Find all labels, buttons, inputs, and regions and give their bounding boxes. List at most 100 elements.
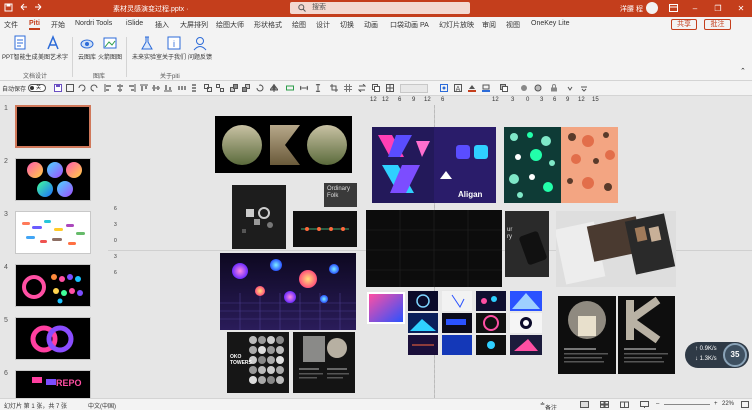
lock-icon[interactable] xyxy=(550,84,558,92)
polka-dot-patterns-image[interactable] xyxy=(504,127,618,203)
timeline-image[interactable] xyxy=(293,211,357,247)
oko-towers-image[interactable]: OKO TOWERS xyxy=(227,332,289,393)
crop-icon[interactable] xyxy=(330,84,338,92)
ppt-ai-generate-button[interactable]: PPT智能生成 xyxy=(2,35,38,61)
swap-icon[interactable] xyxy=(357,83,367,93)
cloud-library-button[interactable]: 云图库 xyxy=(78,35,96,61)
slide-canvas[interactable]: 12 12 6 9 12 6 12 3 0 3 6 9 12 15 6 3 0 … xyxy=(108,96,752,398)
feedback-button[interactable]: 问题反馈 xyxy=(188,35,212,61)
tab-slideshow[interactable]: 幻灯片放映 xyxy=(439,20,474,30)
gradient-card-image[interactable] xyxy=(367,292,405,324)
tab-draw[interactable]: 绘图 xyxy=(292,20,306,30)
about-us-button[interactable]: i 关于我们 xyxy=(162,35,186,61)
ordinary-folk-label[interactable]: Ordinary Folk xyxy=(324,183,357,207)
same-size-icon[interactable] xyxy=(286,84,294,92)
editorial-layout-image[interactable] xyxy=(556,211,676,287)
tab-view[interactable]: 视图 xyxy=(506,20,520,30)
slide-thumbnail-6[interactable]: REPO xyxy=(15,370,91,398)
style-icon[interactable] xyxy=(534,84,542,92)
phone-mockup-image[interactable]: ur ry xyxy=(505,211,549,277)
tab-transitions[interactable]: 切换 xyxy=(340,20,354,30)
rocket-image-button[interactable]: 火箭图图 xyxy=(98,35,122,61)
close-button[interactable]: ✕ xyxy=(734,2,748,14)
tab-animations[interactable]: 动画 xyxy=(364,20,378,30)
save-icon[interactable] xyxy=(54,84,62,92)
network-speed-widget[interactable]: ↑ 0.9K/s ↓ 1.3K/s 35 xyxy=(685,342,749,368)
avatar[interactable] xyxy=(646,2,658,14)
save-icon[interactable] xyxy=(4,3,13,12)
align-left-icon[interactable] xyxy=(104,84,112,92)
table-icon[interactable] xyxy=(386,84,394,92)
distribute-horizontal-icon[interactable] xyxy=(178,84,186,92)
collage-image[interactable] xyxy=(408,291,542,355)
tab-pocket-animation[interactable]: 口袋动画 PA xyxy=(390,20,429,30)
tab-review[interactable]: 审阅 xyxy=(482,20,496,30)
match-height-icon[interactable] xyxy=(314,83,322,93)
new-slide-icon[interactable] xyxy=(66,84,74,92)
tab-onekey-lite[interactable]: OneKey Lite xyxy=(531,20,570,27)
zoom-in-icon[interactable]: + xyxy=(714,401,718,407)
tab-nordri-tools[interactable]: Nordri Tools xyxy=(75,20,112,27)
zoom-level[interactable]: 22% xyxy=(722,401,734,407)
tab-islide[interactable]: iSlide xyxy=(126,20,143,27)
undo-icon[interactable] xyxy=(19,3,28,12)
arrange-icon[interactable] xyxy=(500,84,508,92)
slide-thumbnail-5[interactable] xyxy=(15,317,91,360)
normal-view-icon[interactable] xyxy=(580,401,589,410)
arrow-down-icon[interactable] xyxy=(566,84,574,92)
gradient-spheres-image[interactable] xyxy=(220,253,356,330)
slideshow-icon[interactable] xyxy=(640,401,649,410)
tab-screen-arrange[interactable]: 大屏排列 xyxy=(180,20,208,30)
oko-circles-image[interactable] xyxy=(215,116,352,173)
align-bottom-icon[interactable] xyxy=(164,84,172,92)
minimize-button[interactable]: – xyxy=(688,2,702,14)
language[interactable]: 中文(中国) xyxy=(88,401,116,410)
slide-thumbnail-4[interactable] xyxy=(15,264,91,307)
flip-icon[interactable] xyxy=(269,84,279,92)
collapse-ribbon-icon[interactable]: ⌃ xyxy=(740,67,746,75)
reading-view-icon[interactable] xyxy=(620,401,629,410)
distribute-vertical-icon[interactable] xyxy=(190,84,198,92)
notes-button[interactable]: ≐ 备注 xyxy=(540,401,557,410)
dark-grid-image[interactable] xyxy=(366,210,502,287)
tab-shape-format[interactable]: 形状格式 xyxy=(254,20,282,30)
restore-button[interactable]: ❐ xyxy=(711,2,725,14)
fit-slide-icon[interactable] xyxy=(741,401,749,410)
position-icon[interactable] xyxy=(440,84,448,92)
shape-fill-icon[interactable] xyxy=(468,84,476,92)
tab-insert[interactable]: 插入 xyxy=(155,20,169,30)
tab-piti[interactable]: Piti xyxy=(29,20,40,30)
comment-button[interactable]: 批注 xyxy=(704,19,731,30)
outline-icon[interactable] xyxy=(482,84,490,92)
effect-icon[interactable] xyxy=(520,84,528,92)
slide-thumbnail-1[interactable] xyxy=(15,105,91,148)
align-center-icon[interactable] xyxy=(116,84,124,92)
send-backward-icon[interactable] xyxy=(242,84,250,92)
grid-snap-icon[interactable] xyxy=(344,84,352,92)
align-middle-icon[interactable] xyxy=(152,84,160,92)
geometric-shapes-image[interactable] xyxy=(232,185,286,249)
align-right-icon[interactable] xyxy=(128,84,136,92)
aligan-brand-image[interactable]: Aligan xyxy=(372,127,496,203)
align-top-icon[interactable] xyxy=(140,84,148,92)
undo-icon[interactable] xyxy=(78,84,86,92)
search-box[interactable]: 搜索 xyxy=(290,2,470,14)
autosave-toggle[interactable]: 关 xyxy=(28,84,46,92)
k-building-image[interactable] xyxy=(618,296,675,374)
slide-thumbnail-2[interactable] xyxy=(15,158,91,201)
architecture-slide-image[interactable] xyxy=(293,332,355,393)
ribbon-display-icon[interactable] xyxy=(666,2,680,14)
size-input[interactable] xyxy=(400,84,428,93)
text-box-icon[interactable]: A xyxy=(454,84,462,93)
future-lab-button[interactable]: 未来实验室 xyxy=(132,35,162,61)
slide-sorter-icon[interactable] xyxy=(600,401,609,410)
share-button[interactable]: 共享 xyxy=(671,19,697,30)
round-building-image[interactable] xyxy=(558,296,616,374)
match-width-icon[interactable] xyxy=(299,84,309,92)
zoom-slider[interactable] xyxy=(664,404,710,405)
copy-format-icon[interactable] xyxy=(372,84,380,92)
rotate-icon[interactable] xyxy=(256,84,264,92)
user-name[interactable]: 洋腰 程 xyxy=(620,4,643,14)
ungroup-icon[interactable] xyxy=(216,84,224,92)
group-icon[interactable] xyxy=(204,84,212,92)
